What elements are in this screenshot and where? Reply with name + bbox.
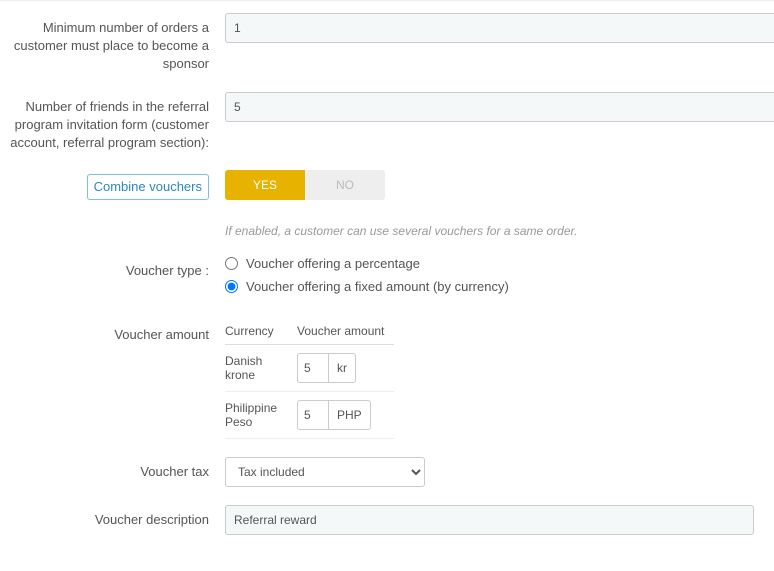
row-min-orders: Minimum number of orders a customer must… xyxy=(0,13,774,74)
voucher-type-percentage-radio[interactable] xyxy=(225,257,238,270)
amount-input-php[interactable] xyxy=(297,400,329,430)
combine-help-text: If enabled, a customer can use several v… xyxy=(225,224,774,238)
combine-yes-button[interactable]: YES xyxy=(225,170,305,200)
min-orders-input[interactable] xyxy=(225,13,774,43)
combine-toggle: YES NO xyxy=(225,170,385,200)
row-voucher-amount: Voucher amount Currency Voucher amount D… xyxy=(0,320,774,439)
label-voucher-tax: Voucher tax xyxy=(0,457,215,481)
label-voucher-description: Voucher description xyxy=(0,505,215,529)
currency-symbol: kr xyxy=(329,353,356,383)
voucher-type-fixed-radio[interactable] xyxy=(225,280,238,293)
row-voucher-tax: Voucher tax Tax included xyxy=(0,457,774,487)
combine-no-button[interactable]: NO xyxy=(305,170,385,200)
num-friends-input[interactable] xyxy=(225,92,774,122)
row-num-friends: Number of friends in the referral progra… xyxy=(0,92,774,153)
row-combine-vouchers: Combine vouchers YES NO If enabled, a cu… xyxy=(0,170,774,238)
label-num-friends: Number of friends in the referral progra… xyxy=(0,92,215,153)
settings-form: Minimum number of orders a customer must… xyxy=(0,0,774,535)
label-voucher-amount: Voucher amount xyxy=(0,320,215,344)
amount-input-dkk[interactable] xyxy=(297,353,329,383)
voucher-description-input[interactable] xyxy=(225,505,754,535)
label-combine-vouchers: Combine vouchers xyxy=(87,174,209,200)
table-row: Danish krone kr xyxy=(225,345,394,392)
voucher-amount-table: Currency Voucher amount Danish krone kr xyxy=(225,320,394,439)
voucher-type-percentage-label: Voucher offering a percentage xyxy=(246,256,420,271)
row-voucher-type: Voucher type : Voucher offering a percen… xyxy=(0,256,774,302)
row-voucher-description: Voucher description xyxy=(0,505,774,535)
currency-name: Danish krone xyxy=(225,345,297,392)
col-header-currency: Currency xyxy=(225,320,297,345)
voucher-tax-select[interactable]: Tax included xyxy=(225,457,425,487)
voucher-type-fixed-label: Voucher offering a fixed amount (by curr… xyxy=(246,279,509,294)
label-min-orders: Minimum number of orders a customer must… xyxy=(0,13,215,74)
currency-name: Philippine Peso xyxy=(225,392,297,439)
table-row: Philippine Peso PHP xyxy=(225,392,394,439)
currency-symbol: PHP xyxy=(329,400,371,430)
label-voucher-type: Voucher type : xyxy=(0,256,215,280)
col-header-amount: Voucher amount xyxy=(297,320,394,345)
